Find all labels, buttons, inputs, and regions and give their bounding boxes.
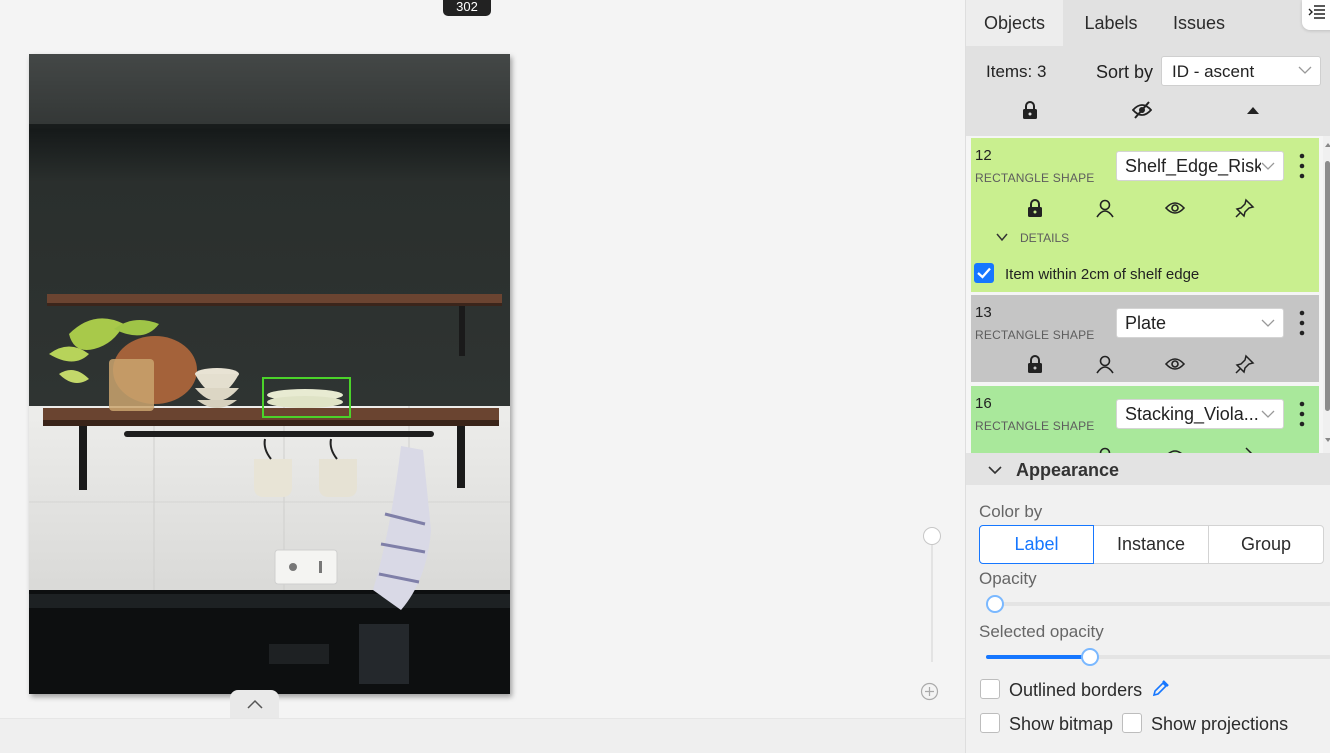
user-icon[interactable] [1095, 446, 1115, 453]
panel-toggle-button[interactable] [1302, 0, 1330, 30]
annotated-image[interactable] [29, 54, 510, 694]
filmstrip-bar [0, 718, 965, 753]
chevron-down-icon [1261, 407, 1275, 421]
scroll-down-icon[interactable] [1324, 436, 1330, 444]
zoom-in-icon[interactable] [920, 682, 939, 701]
canvas-area[interactable]: 302 [0, 0, 965, 718]
more-vertical-icon[interactable] [1297, 152, 1307, 180]
object-card[interactable]: 13 RECTANGLE SHAPE Plate [971, 295, 1319, 382]
selected-opacity-label: Selected opacity [979, 622, 1104, 641]
attribute-label: Item within 2cm of shelf edge [1005, 266, 1200, 283]
chevron-down-icon [1261, 159, 1275, 173]
object-id: 16 [975, 395, 992, 412]
color-by-label: Color by [979, 502, 1043, 521]
attribute-checkbox[interactable] [974, 263, 994, 283]
check-icon [977, 267, 991, 279]
menu-fold-icon [1308, 5, 1325, 19]
more-vertical-icon[interactable] [1297, 400, 1307, 428]
show-projections-label: Show projections [1151, 714, 1289, 734]
outlined-borders-label: Outlined borders [1009, 680, 1143, 700]
eye-icon[interactable] [1165, 198, 1185, 218]
show-bitmap-checkbox[interactable] [980, 713, 1000, 733]
annotation-app: 302 Objects Labels Issues Items: 3 Sort … [0, 0, 1330, 753]
sort-by-value: ID - ascent [1172, 62, 1255, 81]
zoom-slider-track[interactable] [931, 536, 933, 662]
color-by-group-option[interactable]: Group [1208, 525, 1324, 564]
object-label-select[interactable]: Shelf_Edge_Risk [1116, 151, 1284, 181]
color-by-label-option[interactable]: Label [979, 525, 1094, 564]
appearance-title: Appearance [1016, 460, 1120, 480]
tab-objects[interactable]: Objects [966, 0, 1063, 46]
object-type: RECTANGLE SHAPE [975, 419, 1095, 433]
sort-by-select[interactable]: ID - ascent [1161, 56, 1321, 86]
object-list-scrollbar-thumb[interactable] [1325, 161, 1330, 411]
sidebar-header: Objects Labels Issues Items: 3 Sort by I… [966, 0, 1330, 136]
show-bitmap-label: Show bitmap [1009, 714, 1114, 734]
selected-opacity-slider-handle[interactable] [1081, 648, 1099, 666]
user-icon[interactable] [1095, 198, 1115, 218]
sort-by-label: Sort by [1096, 62, 1154, 82]
caret-up-icon[interactable] [1243, 100, 1263, 120]
chevron-down-icon [988, 466, 1002, 475]
object-id: 12 [975, 147, 992, 164]
items-count: Items: 3 [986, 62, 1047, 81]
object-id: 13 [975, 304, 992, 321]
opacity-label: Opacity [979, 569, 1037, 588]
lock-all-icon[interactable] [1020, 100, 1040, 120]
objects-sidebar: Objects Labels Issues Items: 3 Sort by I… [965, 0, 1330, 753]
selected-opacity-slider-fill [986, 655, 1090, 659]
lock-icon[interactable] [1025, 446, 1045, 453]
color-by-instance-option[interactable]: Instance [1093, 525, 1209, 564]
user-icon[interactable] [1095, 354, 1115, 374]
pin-icon[interactable] [1235, 354, 1255, 374]
kitchen-shelf-photo [29, 54, 510, 694]
object-label-select[interactable]: Plate [1116, 308, 1284, 338]
lock-icon[interactable] [1025, 198, 1045, 218]
pin-icon[interactable] [1235, 446, 1255, 453]
opacity-slider-handle[interactable] [986, 595, 1004, 613]
eye-icon[interactable] [1165, 446, 1185, 453]
object-label-value: Shelf_Edge_Risk [1125, 156, 1264, 176]
opacity-slider-track[interactable] [986, 602, 1330, 606]
details-toggle[interactable]: DETAILS [1020, 231, 1069, 245]
object-list: 12 RECTANGLE SHAPE Shelf_Edge_Risk DETAI… [966, 136, 1330, 453]
eye-invisible-icon[interactable] [1132, 100, 1152, 120]
object-type: RECTANGLE SHAPE [975, 171, 1095, 185]
chevron-down-icon [1261, 319, 1275, 327]
tab-issues[interactable]: Issues [1156, 0, 1242, 46]
color-picker-icon[interactable] [1151, 678, 1171, 698]
chevron-down-icon[interactable] [996, 231, 1008, 243]
chevron-up-icon [246, 699, 263, 709]
object-card[interactable]: 12 RECTANGLE SHAPE Shelf_Edge_Risk DETAI… [971, 138, 1319, 292]
object-type: RECTANGLE SHAPE [975, 328, 1095, 342]
more-vertical-icon[interactable] [1297, 309, 1307, 337]
pin-icon[interactable] [1235, 198, 1255, 218]
tab-labels[interactable]: Labels [1076, 0, 1146, 46]
object-label-value: Plate [1125, 313, 1167, 333]
color-by-radio-group: Label Instance Group [979, 525, 1324, 564]
frame-number-badge: 302 [443, 0, 491, 16]
show-projections-checkbox[interactable] [1122, 713, 1142, 733]
appearance-header[interactable]: Appearance [966, 453, 1330, 485]
object-card[interactable]: 16 RECTANGLE SHAPE Stacking_Viola... [971, 386, 1319, 453]
eye-icon[interactable] [1165, 354, 1185, 374]
outlined-borders-checkbox[interactable] [980, 679, 1000, 699]
collapse-filmstrip-button[interactable] [230, 690, 279, 718]
frame-number: 302 [456, 0, 478, 14]
object-label-value: Stacking_Viola... [1125, 404, 1259, 424]
lock-icon[interactable] [1025, 354, 1045, 374]
object-label-select[interactable]: Stacking_Viola... [1116, 399, 1284, 429]
chevron-down-icon [1298, 66, 1312, 74]
bounding-box-plate[interactable] [262, 377, 351, 418]
scroll-up-icon[interactable] [1324, 141, 1330, 149]
zoom-slider-handle[interactable] [923, 527, 941, 545]
